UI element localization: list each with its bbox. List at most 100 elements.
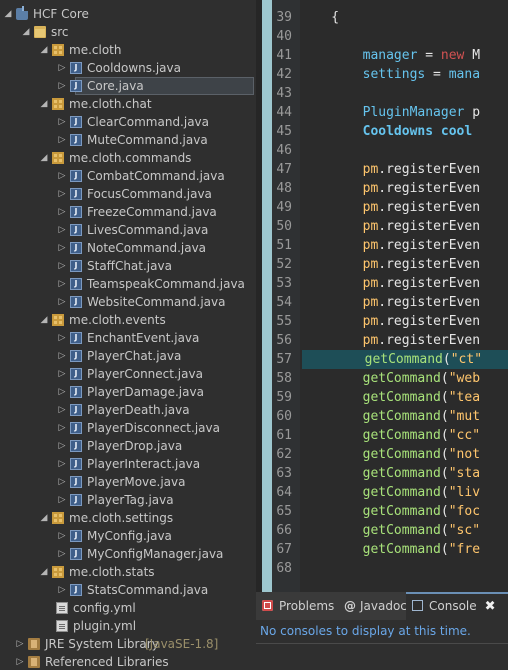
expand-toggle-icon[interactable]: ▷ — [14, 653, 26, 670]
current-code-line[interactable]: getCommand("ct" — [302, 350, 508, 369]
expand-toggle-icon[interactable]: ▷ — [56, 185, 68, 203]
code-line[interactable]: getCommand("sta — [300, 464, 508, 483]
collapse-toggle-icon[interactable]: ◢ — [38, 149, 50, 167]
expand-toggle-icon[interactable]: ▷ — [56, 455, 68, 473]
file-node[interactable]: ▷ J NoteCommand.java — [0, 239, 256, 257]
code-line[interactable]: getCommand("tea — [300, 388, 508, 407]
code-editor[interactable]: { manager = new M settings = mana Plugin… — [300, 0, 508, 592]
code-line[interactable]: pm.registerEven — [300, 236, 508, 255]
code-line[interactable]: getCommand("fre — [300, 540, 508, 559]
file-node[interactable]: ▷ J TeamspeakCommand.java — [0, 275, 256, 293]
package-node[interactable]: ◢ me.cloth.events — [0, 311, 256, 329]
expand-toggle-icon[interactable]: ▷ — [56, 131, 68, 149]
expand-toggle-icon[interactable]: ▷ — [56, 167, 68, 185]
code-line[interactable]: pm.registerEven — [300, 312, 508, 331]
expand-toggle-icon[interactable]: ▷ — [56, 527, 68, 545]
code-line[interactable]: getCommand("sc" — [300, 521, 508, 540]
code-line[interactable]: manager = new M — [300, 46, 508, 65]
code-line[interactable]: getCommand("foc — [300, 502, 508, 521]
code-line[interactable]: pm.registerEven — [300, 293, 508, 312]
code-line[interactable] — [300, 84, 508, 103]
code-line[interactable]: settings = mana — [300, 65, 508, 84]
code-line[interactable]: { — [300, 8, 508, 27]
expand-toggle-icon[interactable]: ▷ — [56, 275, 68, 293]
tree-node[interactable]: ◢ HCF Core — [0, 5, 256, 23]
code-line[interactable]: getCommand("web — [300, 369, 508, 388]
code-line[interactable]: pm.registerEven — [300, 160, 508, 179]
file-node[interactable]: ▷ J ClearCommand.java — [0, 113, 256, 131]
file-node[interactable]: ▷ J PlayerDrop.java — [0, 437, 256, 455]
file-node[interactable]: ▷ J LivesCommand.java — [0, 221, 256, 239]
expand-toggle-icon[interactable]: ▷ — [56, 77, 68, 95]
tree-node[interactable]: ◢ src — [0, 23, 256, 41]
file-node[interactable]: ▷ J PlayerChat.java — [0, 347, 256, 365]
expand-toggle-icon[interactable]: ▷ — [56, 203, 68, 221]
tree-node[interactable]: plugin.yml — [0, 617, 256, 635]
file-node[interactable]: ▷ J PlayerDamage.java — [0, 383, 256, 401]
code-line[interactable]: pm.registerEven — [300, 198, 508, 217]
expand-toggle-icon[interactable]: ▷ — [56, 419, 68, 437]
code-line[interactable]: getCommand("cc" — [300, 426, 508, 445]
code-line[interactable]: pm.registerEven — [300, 217, 508, 236]
file-node[interactable]: ▷ J PlayerMove.java — [0, 473, 256, 491]
tab-javadoc[interactable]: @ Javadoc — [344, 592, 407, 620]
file-node[interactable]: ▷ J Cooldowns.java — [0, 59, 256, 77]
expand-toggle-icon[interactable]: ▷ — [56, 581, 68, 599]
expand-toggle-icon[interactable]: ▷ — [56, 221, 68, 239]
package-node[interactable]: ◢ me.cloth.stats — [0, 563, 256, 581]
expand-toggle-icon[interactable]: ▷ — [56, 59, 68, 77]
collapse-toggle-icon[interactable]: ◢ — [38, 563, 50, 581]
expand-toggle-icon[interactable]: ▷ — [56, 545, 68, 563]
expand-toggle-icon[interactable]: ▷ — [56, 491, 68, 509]
package-node[interactable]: ◢ me.cloth — [0, 41, 256, 59]
code-line[interactable]: PluginManager p — [300, 103, 508, 122]
expand-toggle-icon[interactable]: ▷ — [56, 329, 68, 347]
expand-toggle-icon[interactable]: ▷ — [56, 113, 68, 131]
file-node[interactable]: ▷ J PlayerTag.java — [0, 491, 256, 509]
expand-toggle-icon[interactable]: ▷ — [56, 383, 68, 401]
code-line[interactable]: Cooldowns cool — [300, 122, 508, 141]
tree-node[interactable]: ▷ JRE System Library [JavaSE-1.8] — [0, 635, 256, 653]
tree-node[interactable]: config.yml — [0, 599, 256, 617]
code-line[interactable]: getCommand("mut — [300, 407, 508, 426]
expand-toggle-icon[interactable]: ▷ — [56, 347, 68, 365]
collapse-toggle-icon[interactable]: ◢ — [38, 41, 50, 59]
expand-toggle-icon[interactable]: ▷ — [56, 437, 68, 455]
code-line[interactable] — [300, 559, 508, 578]
file-node[interactable]: ▷ J Core.java — [0, 77, 256, 95]
file-node[interactable]: ▷ J MyConfig.java — [0, 527, 256, 545]
package-node[interactable]: ◢ me.cloth.settings — [0, 509, 256, 527]
file-node[interactable]: ▷ J StaffChat.java — [0, 257, 256, 275]
close-icon[interactable]: ✖ — [485, 595, 496, 619]
expand-toggle-icon[interactable]: ▷ — [56, 257, 68, 275]
expand-toggle-icon[interactable]: ▷ — [56, 365, 68, 383]
expand-toggle-icon[interactable]: ▷ — [56, 239, 68, 257]
file-node[interactable]: ▷ J FocusCommand.java — [0, 185, 256, 203]
file-node[interactable]: ▷ J MyConfigManager.java — [0, 545, 256, 563]
file-node[interactable]: ▷ J FreezeCommand.java — [0, 203, 256, 221]
file-node[interactable]: ▷ J PlayerDisconnect.java — [0, 419, 256, 437]
file-node[interactable]: ▷ J MuteCommand.java — [0, 131, 256, 149]
expand-toggle-icon[interactable]: ▷ — [56, 473, 68, 491]
tab-console[interactable]: Console ✖ — [406, 592, 508, 620]
tab-problems[interactable]: Problems — [262, 592, 334, 620]
code-line[interactable]: pm.registerEven — [300, 274, 508, 293]
file-node[interactable]: ▷ J PlayerInteract.java — [0, 455, 256, 473]
expand-toggle-icon[interactable]: ▷ — [56, 293, 68, 311]
code-line[interactable]: getCommand("liv — [300, 483, 508, 502]
tree-node[interactable]: ▷ Referenced Libraries — [0, 653, 256, 670]
package-node[interactable]: ◢ me.cloth.chat — [0, 95, 256, 113]
code-line[interactable] — [300, 141, 508, 160]
package-node[interactable]: ◢ me.cloth.commands — [0, 149, 256, 167]
file-node[interactable]: ▷ J PlayerDeath.java — [0, 401, 256, 419]
collapse-toggle-icon[interactable]: ◢ — [38, 509, 50, 527]
code-line[interactable]: getCommand("not — [300, 445, 508, 464]
file-node[interactable]: ▷ J WebsiteCommand.java — [0, 293, 256, 311]
collapse-toggle-icon[interactable]: ◢ — [20, 23, 32, 41]
file-node[interactable]: ▷ J PlayerConnect.java — [0, 365, 256, 383]
code-line[interactable] — [300, 27, 508, 46]
file-node[interactable]: ▷ J EnchantEvent.java — [0, 329, 256, 347]
file-node[interactable]: ▷ J CombatCommand.java — [0, 167, 256, 185]
code-line[interactable]: pm.registerEven — [300, 255, 508, 274]
code-line[interactable]: pm.registerEven — [300, 179, 508, 198]
